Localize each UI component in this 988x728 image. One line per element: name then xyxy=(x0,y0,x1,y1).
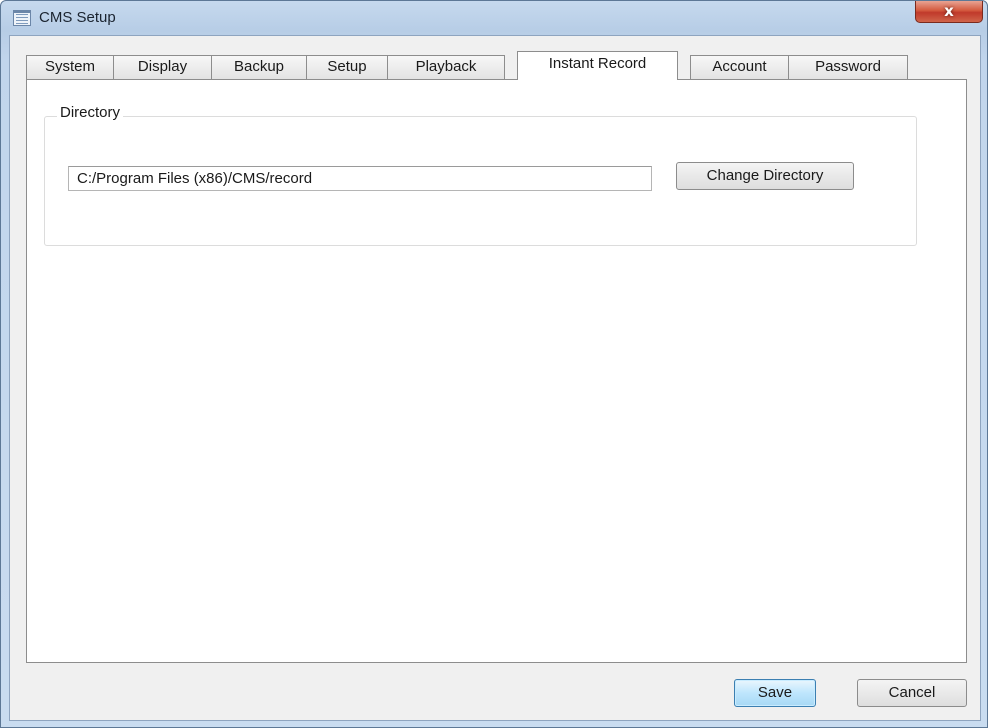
record-directory-field[interactable]: C:/Program Files (x86)/CMS/record xyxy=(68,166,652,191)
tab-instant-record[interactable]: Instant Record xyxy=(517,51,678,80)
instant-record-panel: Directory C:/Program Files (x86)/CMS/rec… xyxy=(26,79,967,663)
cms-setup-window: CMS Setup x System Display Backup Setup … xyxy=(0,0,988,728)
directory-group-label: Directory xyxy=(57,104,124,121)
close-icon: x xyxy=(944,2,954,20)
tab-display[interactable]: Display xyxy=(113,55,212,79)
dialog-client-area: System Display Backup Setup Playback Ins… xyxy=(9,35,981,721)
window-title: CMS Setup xyxy=(39,9,116,26)
tab-system[interactable]: System xyxy=(26,55,114,79)
change-directory-button[interactable]: Change Directory xyxy=(676,162,854,190)
tab-playback[interactable]: Playback xyxy=(387,55,505,79)
window-list-icon xyxy=(13,10,31,26)
save-button[interactable]: Save xyxy=(734,679,816,707)
tab-password[interactable]: Password xyxy=(788,55,908,79)
tab-backup[interactable]: Backup xyxy=(211,55,307,79)
close-button[interactable]: x xyxy=(915,1,983,23)
cancel-button[interactable]: Cancel xyxy=(857,679,967,707)
title-bar[interactable]: CMS Setup x xyxy=(1,1,988,35)
tab-setup[interactable]: Setup xyxy=(306,55,388,79)
tab-account[interactable]: Account xyxy=(690,55,789,79)
